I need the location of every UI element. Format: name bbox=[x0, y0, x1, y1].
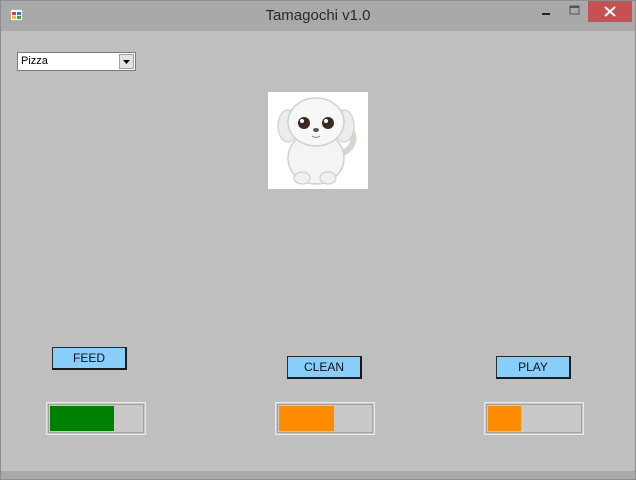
close-button[interactable] bbox=[588, 1, 632, 22]
clean-button[interactable]: CLEAN bbox=[287, 356, 362, 379]
maximize-button[interactable] bbox=[561, 1, 588, 22]
maximize-icon bbox=[569, 5, 580, 15]
app-window: Tamagochi v1.0 Pizza FEED CLEAN PLAY bbox=[0, 0, 636, 480]
chevron-down-icon bbox=[123, 60, 130, 64]
minimize-icon bbox=[542, 13, 550, 15]
client-area: Pizza FEED CLEAN PLAY bbox=[8, 31, 628, 471]
feed-button[interactable]: FEED bbox=[52, 347, 127, 370]
puppy-icon bbox=[277, 97, 357, 185]
food-select-value: Pizza bbox=[21, 55, 48, 67]
title-bar[interactable]: Tamagochi v1.0 bbox=[1, 1, 635, 31]
food-select-dropdown[interactable] bbox=[119, 54, 134, 69]
feed-progress-track bbox=[48, 404, 144, 433]
window-bottom-border bbox=[1, 471, 635, 479]
minimize-button[interactable] bbox=[532, 1, 559, 22]
clean-progress-track bbox=[277, 404, 373, 433]
play-progress-track bbox=[486, 404, 582, 433]
feed-progress-fill bbox=[50, 406, 114, 431]
clean-progress-fill bbox=[279, 406, 334, 431]
play-progress-bar bbox=[484, 402, 584, 435]
feed-progress-bar bbox=[46, 402, 146, 435]
play-button[interactable]: PLAY bbox=[496, 356, 571, 379]
clean-progress-bar bbox=[275, 402, 375, 435]
close-icon bbox=[604, 6, 616, 17]
play-progress-fill bbox=[488, 406, 521, 431]
pet-image bbox=[268, 92, 368, 189]
food-select[interactable]: Pizza bbox=[17, 52, 136, 71]
